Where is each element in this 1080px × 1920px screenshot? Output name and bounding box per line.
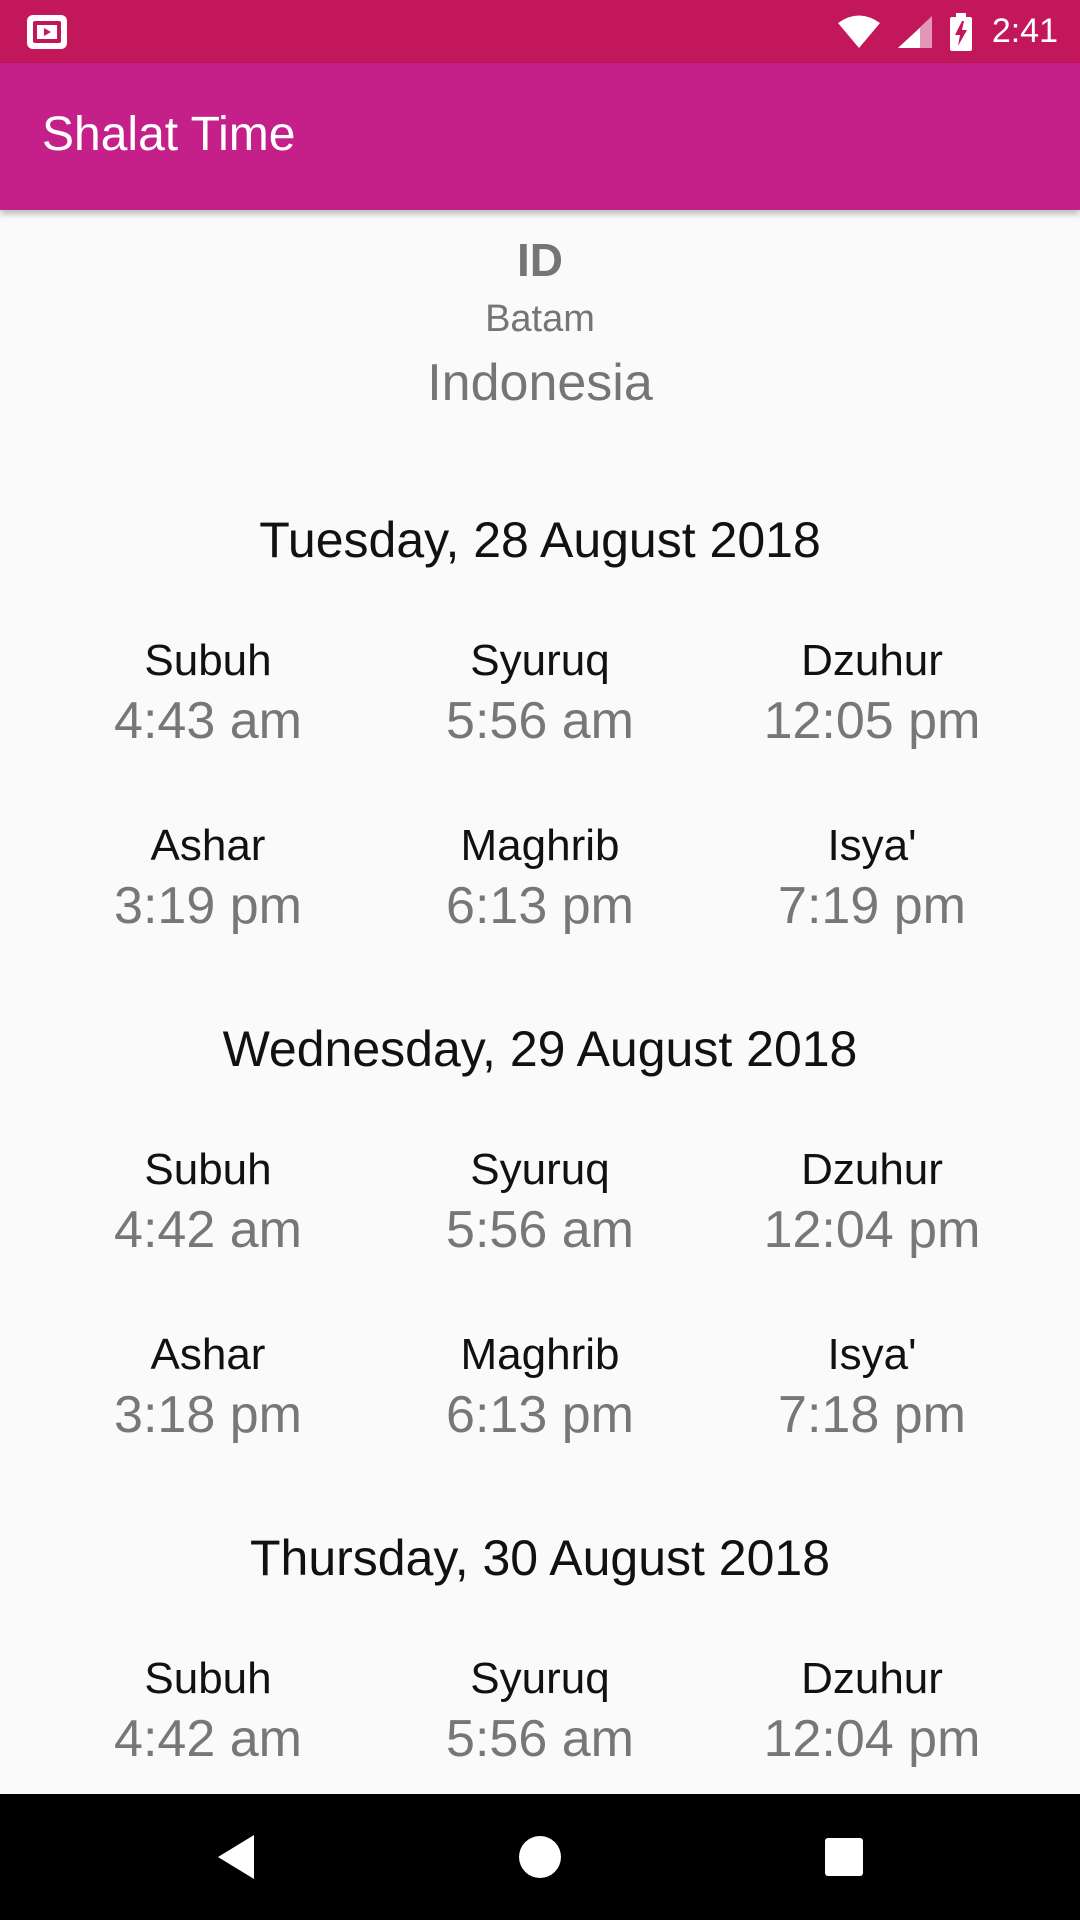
prayer-name: Isya': [827, 821, 917, 870]
prayer-time: 12:04 pm: [763, 1201, 981, 1259]
prayer-ashar: Ashar 3:18 pm: [38, 1328, 378, 1448]
prayer-name: Subuh: [144, 1145, 272, 1194]
back-button[interactable]: [206, 1827, 266, 1887]
home-icon: [519, 1836, 561, 1878]
prayer-time: 4:42 am: [114, 1201, 302, 1259]
prayer-time: 3:18 pm: [114, 1386, 302, 1444]
day-card: Tuesday, 28 August 2018 Subuh 4:43 am Sy…: [0, 510, 1080, 1004]
prayer-name: Subuh: [144, 636, 272, 685]
prayer-subuh: Subuh 4:42 am: [38, 1143, 378, 1263]
prayer-subuh: Subuh 4:43 am: [38, 634, 378, 754]
prayer-time: 4:42 am: [114, 1710, 302, 1768]
country-code: ID: [517, 234, 563, 286]
prayer-time: 3:19 pm: [114, 877, 302, 935]
prayer-time: 7:18 pm: [778, 1386, 966, 1444]
prayer-name: Ashar: [150, 1330, 266, 1379]
location-header: ID Batam Indonesia: [0, 230, 1080, 418]
battery-charging-icon: [949, 12, 972, 51]
app-notification-icon: [27, 15, 67, 49]
prayer-syuruq: Syuruq 5:56 am: [370, 1652, 710, 1772]
prayer-time: 5:56 am: [446, 692, 634, 750]
status-time: 2:41: [991, 12, 1058, 50]
prayer-ashar: Ashar 3:19 pm: [38, 819, 378, 939]
day-date: Wednesday, 29 August 2018: [222, 1021, 858, 1077]
screen: 2:41 Shalat Time ID Batam Indonesia Tues…: [0, 0, 1080, 1920]
prayer-time: 6:13 pm: [446, 1386, 634, 1444]
prayer-name: Dzuhur: [801, 1654, 943, 1703]
prayer-time: 6:13 pm: [446, 877, 634, 935]
wifi-icon: [837, 15, 880, 48]
back-icon: [218, 1835, 254, 1879]
status-bar: 2:41: [0, 0, 1080, 63]
day-card: Thursday, 30 August 2018 Subuh 4:42 am S…: [0, 1528, 1080, 1837]
prayer-row: Ashar 3:19 pm Maghrib 6:13 pm Isya' 7:19…: [0, 819, 1080, 1004]
prayer-syuruq: Syuruq 5:56 am: [370, 1143, 710, 1263]
prayer-dzuhur: Dzuhur 12:04 pm: [702, 1652, 1042, 1772]
prayer-subuh: Subuh 4:42 am: [38, 1652, 378, 1772]
recents-icon: [825, 1838, 863, 1876]
cell-signal-icon: [897, 15, 932, 48]
prayer-name: Syuruq: [470, 636, 610, 685]
app-title: Shalat Time: [42, 108, 296, 161]
prayer-name: Maghrib: [460, 1330, 620, 1379]
prayer-time: 7:19 pm: [778, 877, 966, 935]
prayer-time: 5:56 am: [446, 1201, 634, 1259]
day-date: Tuesday, 28 August 2018: [259, 512, 821, 568]
prayer-row: Subuh 4:42 am Syuruq 5:56 am Dzuhur 12:0…: [0, 1143, 1080, 1328]
prayer-time: 5:56 am: [446, 1710, 634, 1768]
prayer-time: 4:43 am: [114, 692, 302, 750]
day-card: Wednesday, 29 August 2018 Subuh 4:42 am …: [0, 1019, 1080, 1513]
recents-button[interactable]: [814, 1827, 874, 1887]
app-bar: Shalat Time: [0, 63, 1080, 210]
prayer-maghrib: Maghrib 6:13 pm: [370, 819, 710, 939]
prayer-syuruq: Syuruq 5:56 am: [370, 634, 710, 754]
day-date: Thursday, 30 August 2018: [249, 1530, 831, 1586]
prayer-time: 12:05 pm: [763, 692, 981, 750]
prayer-row: Subuh 4:43 am Syuruq 5:56 am Dzuhur 12:0…: [0, 634, 1080, 819]
status-icons: 2:41: [836, 0, 1058, 63]
navigation-bar: [0, 1794, 1080, 1920]
prayer-isya: Isya' 7:18 pm: [702, 1328, 1042, 1448]
prayer-name: Ashar: [150, 821, 266, 870]
prayer-name: Isya': [827, 1330, 917, 1379]
prayer-isya: Isya' 7:19 pm: [702, 819, 1042, 939]
prayer-maghrib: Maghrib 6:13 pm: [370, 1328, 710, 1448]
prayer-name: Syuruq: [470, 1145, 610, 1194]
prayer-name: Syuruq: [470, 1654, 610, 1703]
prayer-name: Subuh: [144, 1654, 272, 1703]
prayer-name: Dzuhur: [801, 636, 943, 685]
country-name: Indonesia: [427, 354, 653, 412]
city-name: Batam: [485, 298, 595, 340]
prayer-name: Dzuhur: [801, 1145, 943, 1194]
prayer-dzuhur: Dzuhur 12:04 pm: [702, 1143, 1042, 1263]
prayer-row: Ashar 3:18 pm Maghrib 6:13 pm Isya' 7:18…: [0, 1328, 1080, 1513]
prayer-name: Maghrib: [460, 821, 620, 870]
prayer-time: 12:04 pm: [763, 1710, 981, 1768]
home-button[interactable]: [510, 1827, 570, 1887]
prayer-dzuhur: Dzuhur 12:05 pm: [702, 634, 1042, 754]
